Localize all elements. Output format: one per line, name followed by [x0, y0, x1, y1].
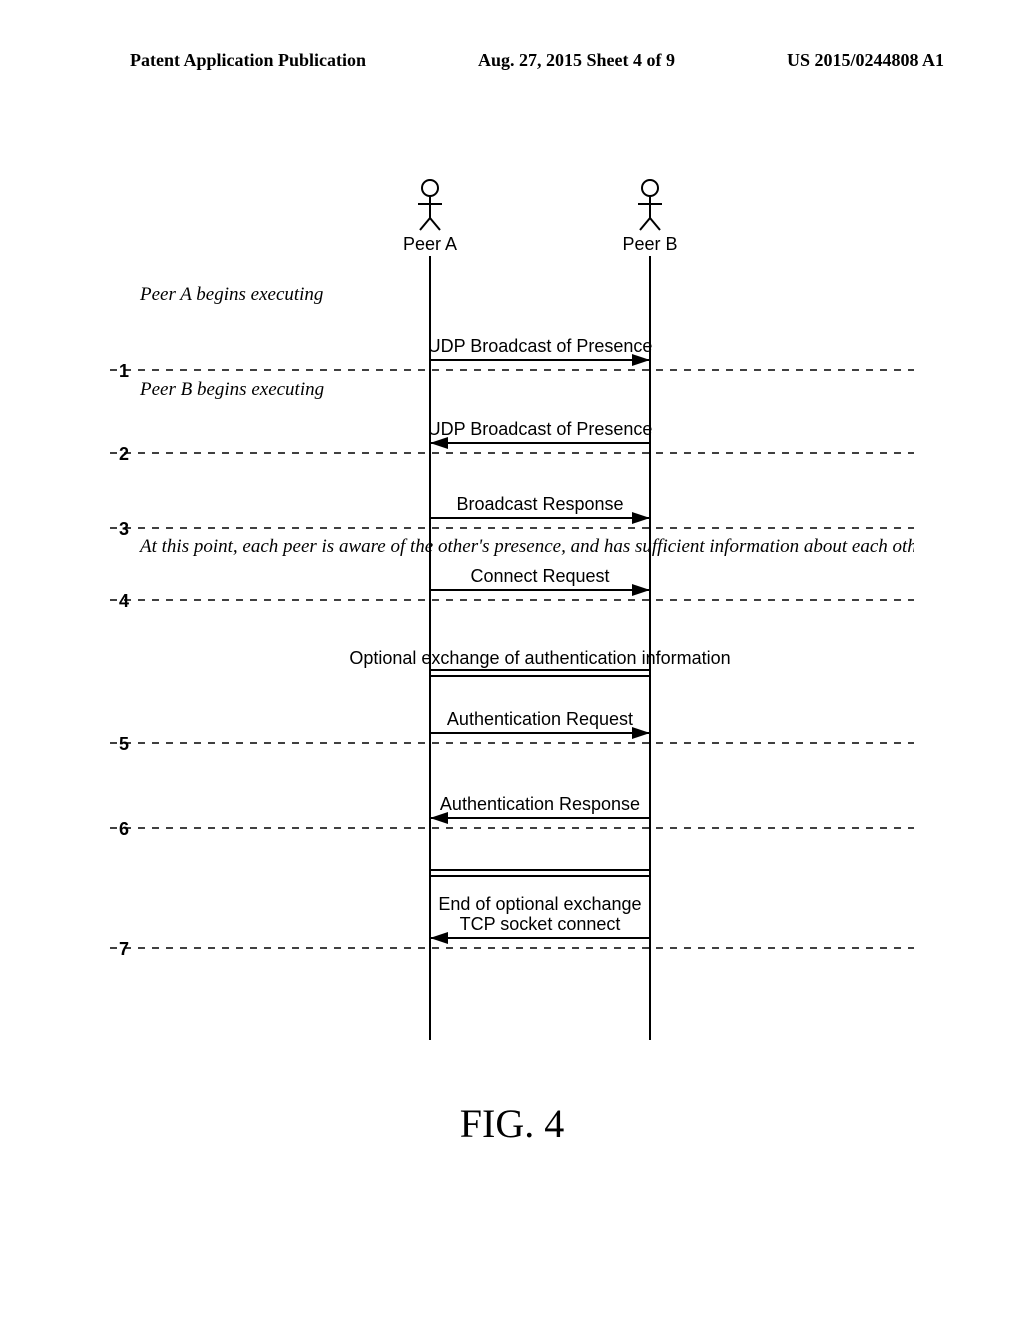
msg-broadcast-response: Broadcast Response — [456, 494, 623, 514]
step-num-4: 4 — [119, 591, 129, 611]
note-peer-a-begins: Peer A begins executing — [139, 284, 323, 305]
step-num-5: 5 — [119, 734, 129, 754]
msg-end-optional: End of optional exchange — [438, 894, 641, 914]
actor-peer-b: Peer B — [622, 180, 677, 254]
sequence-diagram: Peer A Peer B Peer A begins executing UD… — [110, 170, 914, 1090]
step-num-3: 3 — [119, 519, 129, 539]
note-peer-b-begins: Peer B begins executing — [139, 379, 324, 400]
step-num-6: 6 — [119, 819, 129, 839]
msg-udp-presence-a: UDP Broadcast of Presence — [428, 336, 653, 356]
page-header: Patent Application Publication Aug. 27, … — [0, 0, 1024, 71]
header-right: US 2015/0244808 A1 — [787, 50, 944, 71]
peer-a-label: Peer A — [403, 234, 457, 254]
msg-auth-request: Authentication Request — [447, 709, 633, 729]
msg-tcp-connect: TCP socket connect — [460, 914, 621, 934]
msg-optional-exchange: Optional exchange of authentication info… — [349, 648, 730, 668]
peer-b-label: Peer B — [622, 234, 677, 254]
actor-peer-a: Peer A — [403, 180, 457, 254]
step-num-7: 7 — [119, 939, 129, 959]
msg-udp-presence-b: UDP Broadcast of Presence — [428, 419, 653, 439]
msg-auth-response: Authentication Response — [440, 794, 640, 814]
header-center: Aug. 27, 2015 Sheet 4 of 9 — [478, 50, 675, 71]
note-peers-aware: At this point, each peer is aware of the… — [138, 536, 914, 557]
step-num-1: 1 — [119, 361, 129, 381]
figure-caption: FIG. 4 — [0, 1100, 1024, 1147]
msg-connect-request: Connect Request — [470, 566, 609, 586]
header-left: Patent Application Publication — [130, 50, 366, 71]
step-num-2: 2 — [119, 444, 129, 464]
